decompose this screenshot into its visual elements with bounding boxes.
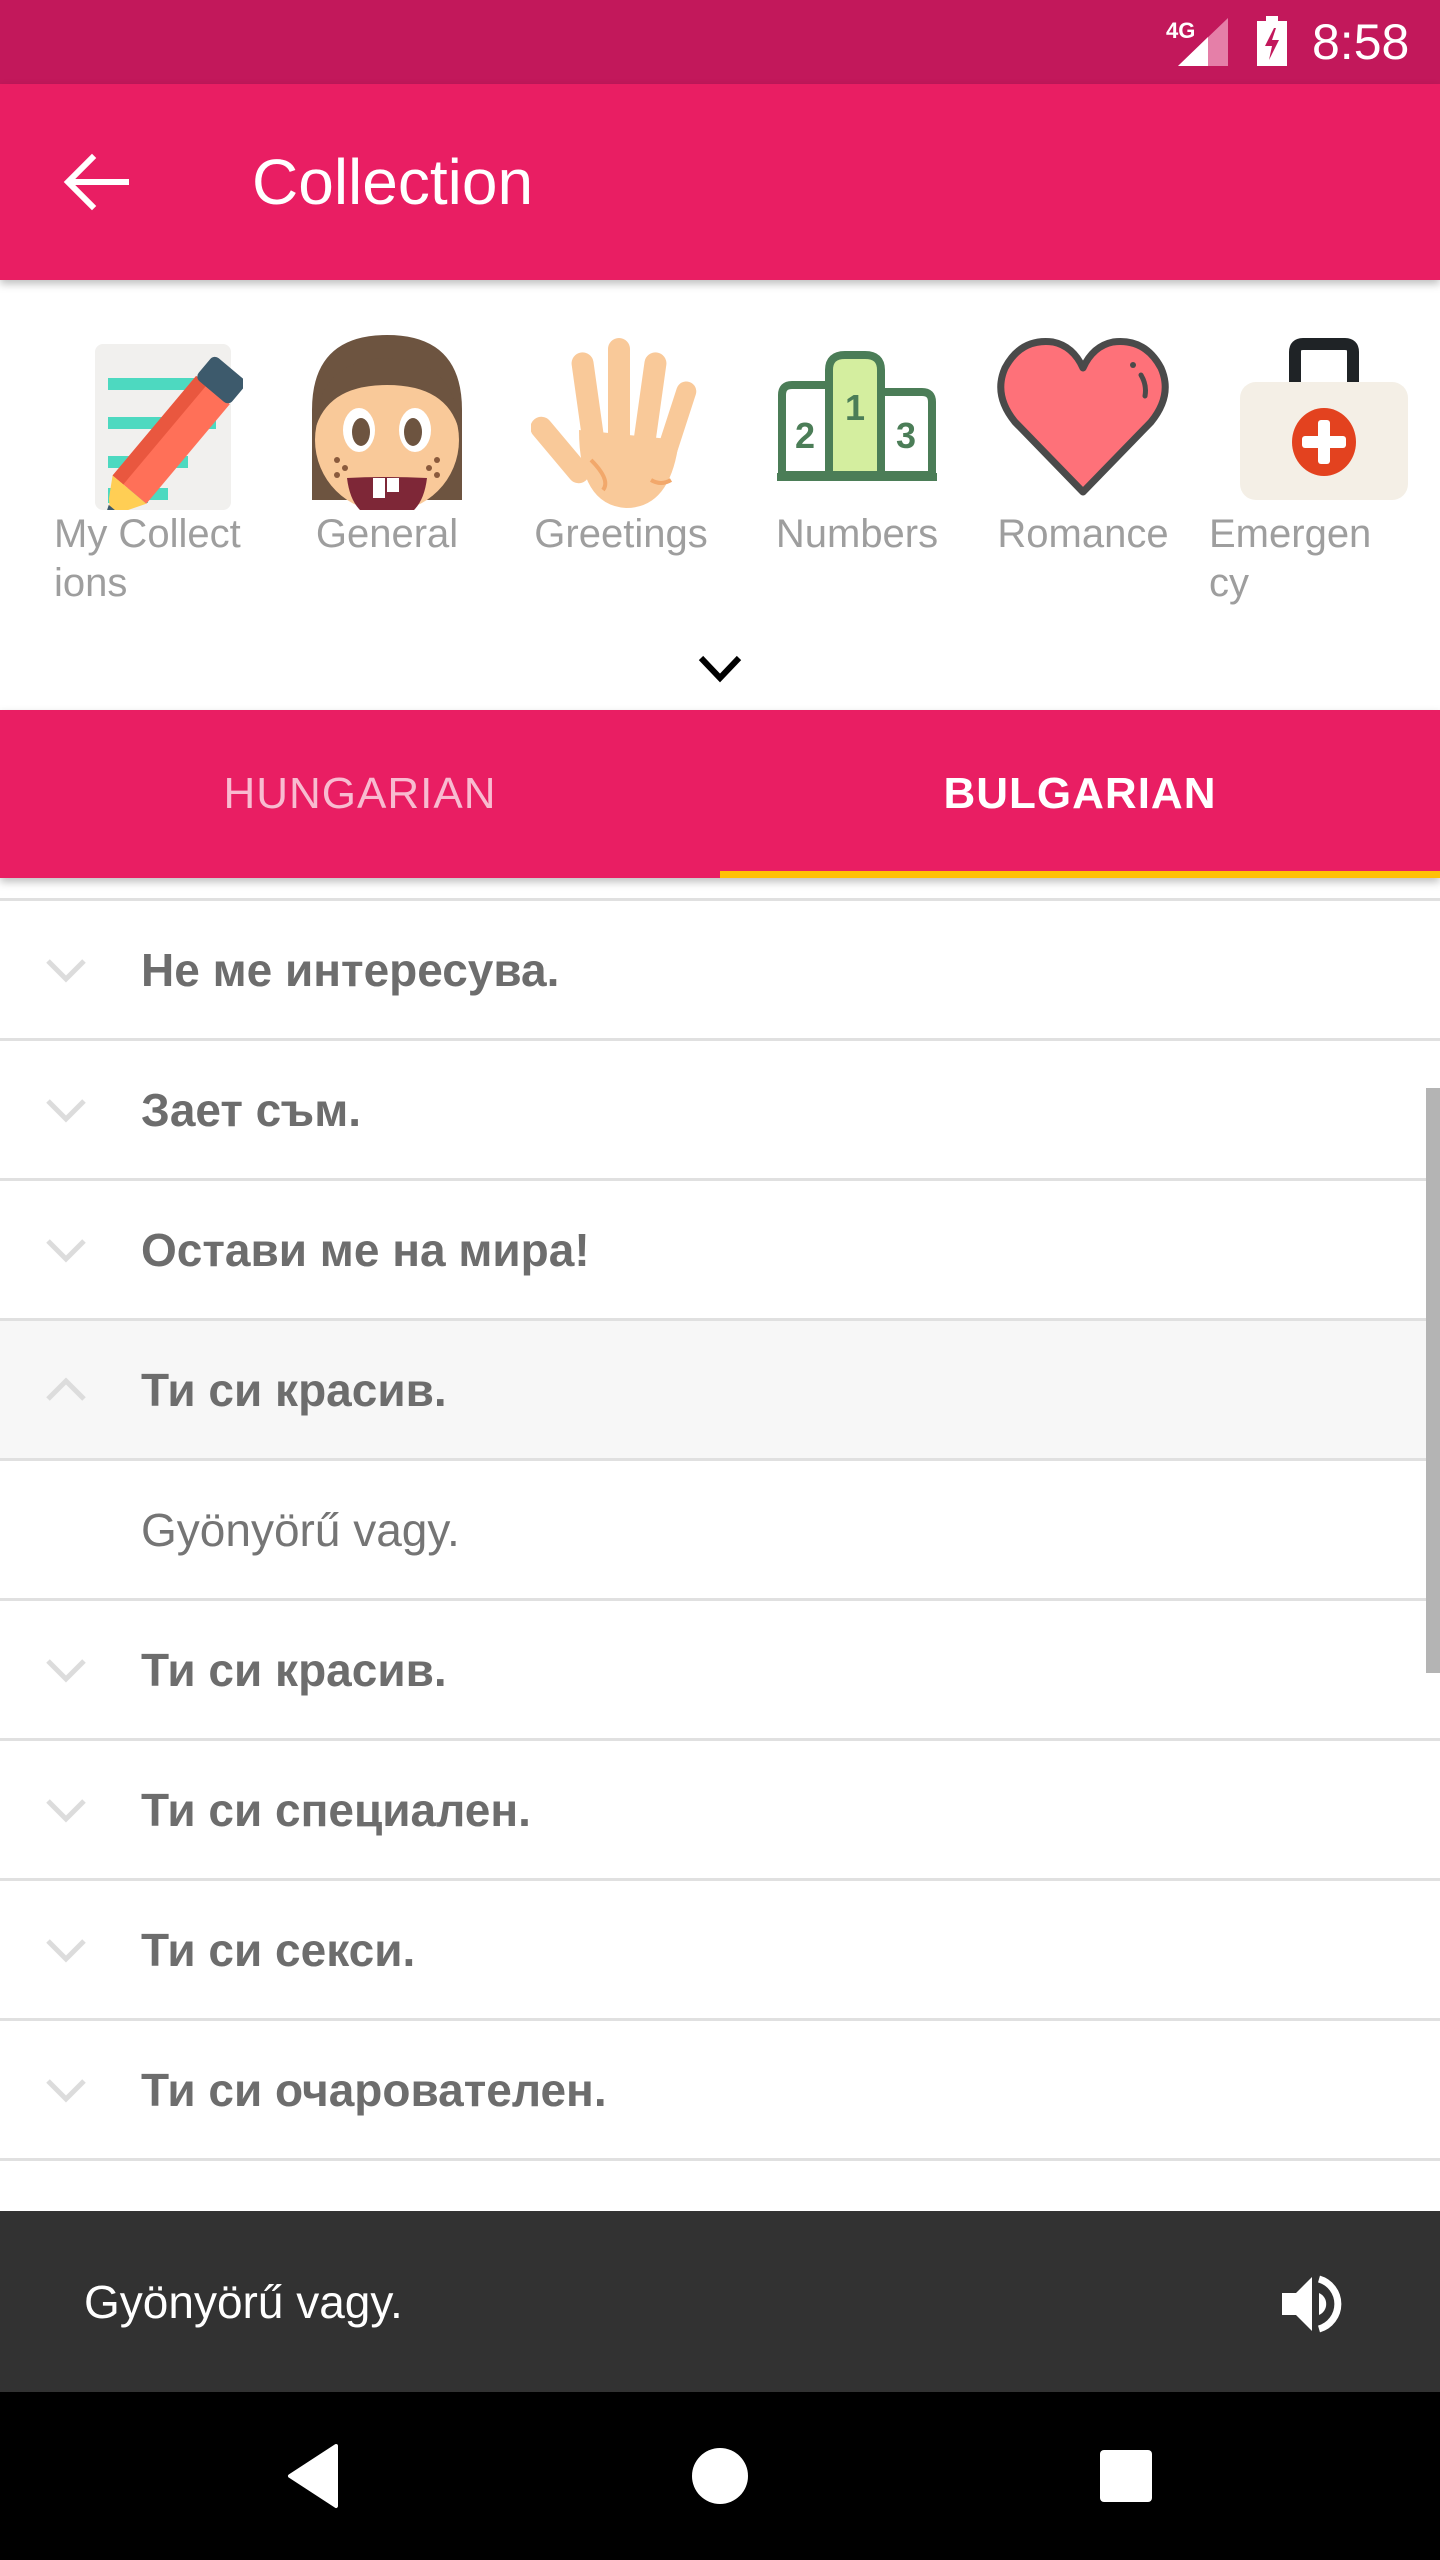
category-label: Numbers: [775, 512, 939, 556]
category-label: My Collect ions: [54, 512, 241, 605]
audio-player-bar: Gyönyörű vagy.: [0, 2211, 1440, 2392]
waving-hand-icon: [531, 338, 697, 508]
player-text: Gyönyörű vagy.: [84, 2275, 403, 2328]
speaker-icon[interactable]: [1278, 2269, 1348, 2339]
svg-text:3: 3: [896, 415, 916, 456]
category-label: Romance: [997, 512, 1169, 556]
list-divider: [0, 2158, 1440, 2211]
category-emergency[interactable]: Emergen cy: [1205, 330, 1435, 620]
phrase-row-expanded[interactable]: Ти си красив.: [0, 1318, 1440, 1458]
phrase-row[interactable]: Ти си очарователен.: [0, 2018, 1440, 2158]
category-numbers[interactable]: 2 1 3 Numbers: [742, 330, 972, 620]
phrase-text: Ти си очарователен.: [141, 2063, 607, 2116]
first-aid-kit-icon: [1240, 338, 1408, 500]
phrase-text: Остави ме на мира!: [141, 1223, 590, 1276]
tab-bulgarian[interactable]: BULGARIAN: [720, 710, 1440, 878]
phrase-row[interactable]: Ти си секси.: [0, 1878, 1440, 2018]
svg-text:2: 2: [795, 415, 815, 456]
tab-indicator: [720, 871, 1440, 878]
arrow-back-icon[interactable]: [56, 144, 132, 220]
category-strip: My Collect ions General Greetings 2 1 3 …: [0, 280, 1440, 710]
phrase-text: Ти си секси.: [141, 1923, 416, 1976]
category-my-collections[interactable]: My Collect ions: [38, 330, 268, 620]
phrase-list: Не ме интересува. Зает съм. Остави ме на…: [0, 898, 1440, 2211]
chevron-down-icon: [46, 959, 86, 983]
nav-home-icon[interactable]: [680, 2436, 760, 2516]
chevron-down-icon: [46, 2079, 86, 2103]
signal-icon: [1178, 18, 1228, 66]
phrase-row[interactable]: Зает съм.: [0, 1038, 1440, 1178]
chevron-down-icon: [46, 1799, 86, 1823]
translation-text: Gyönyörű vagy.: [141, 1503, 460, 1556]
app-bar: Collection: [0, 84, 1440, 280]
battery-charging-icon: [1257, 16, 1287, 66]
chevron-down-icon: [46, 1099, 86, 1123]
phrase-text: Ти си красив.: [141, 1363, 447, 1416]
phrase-row[interactable]: Не ме интересува.: [0, 898, 1440, 1038]
phrase-text: Не ме интересува.: [141, 943, 560, 996]
phrase-text: Ти си красив.: [141, 1643, 447, 1696]
category-label: Greetings: [534, 512, 708, 556]
category-general[interactable]: General: [272, 330, 502, 620]
phrase-text: Зает съм.: [141, 1083, 362, 1136]
heart-icon: [997, 338, 1169, 496]
tab-hungarian[interactable]: HUNGARIAN: [0, 710, 720, 878]
clock: 8:58: [1312, 14, 1410, 70]
translation-row[interactable]: Gyönyörű vagy.: [0, 1458, 1440, 1598]
phrase-row[interactable]: Ти си специален.: [0, 1738, 1440, 1878]
phrase-row[interactable]: Остави ме на мира!: [0, 1178, 1440, 1318]
nav-recents-icon[interactable]: [1086, 2436, 1166, 2516]
category-romance[interactable]: Romance: [968, 330, 1198, 620]
status-bar: 4G 8:58: [0, 0, 1440, 84]
podium-icon: 2 1 3: [777, 351, 937, 481]
phrase-text: Ти си специален.: [141, 1783, 531, 1836]
system-nav-bar: [0, 2392, 1440, 2560]
chevron-down-icon: [46, 1239, 86, 1263]
girl-face-icon: [312, 335, 462, 510]
chevron-down-icon: [46, 1659, 86, 1683]
chevron-down-icon[interactable]: [695, 650, 745, 686]
page-title: Collection: [252, 146, 534, 218]
nav-back-icon[interactable]: [276, 2436, 356, 2516]
category-label: Emergen cy: [1209, 512, 1372, 605]
language-tabs: HUNGARIAN BULGARIAN: [0, 710, 1440, 878]
svg-text:1: 1: [845, 387, 865, 428]
phrase-row[interactable]: Ти си красив.: [0, 1598, 1440, 1738]
scrollbar[interactable]: [1426, 1088, 1440, 1673]
chevron-up-icon: [46, 1377, 86, 1401]
notepad-pencil-icon: [95, 344, 243, 510]
category-label: General: [315, 512, 459, 556]
category-greetings[interactable]: Greetings: [506, 330, 736, 620]
chevron-down-icon: [46, 1939, 86, 1963]
